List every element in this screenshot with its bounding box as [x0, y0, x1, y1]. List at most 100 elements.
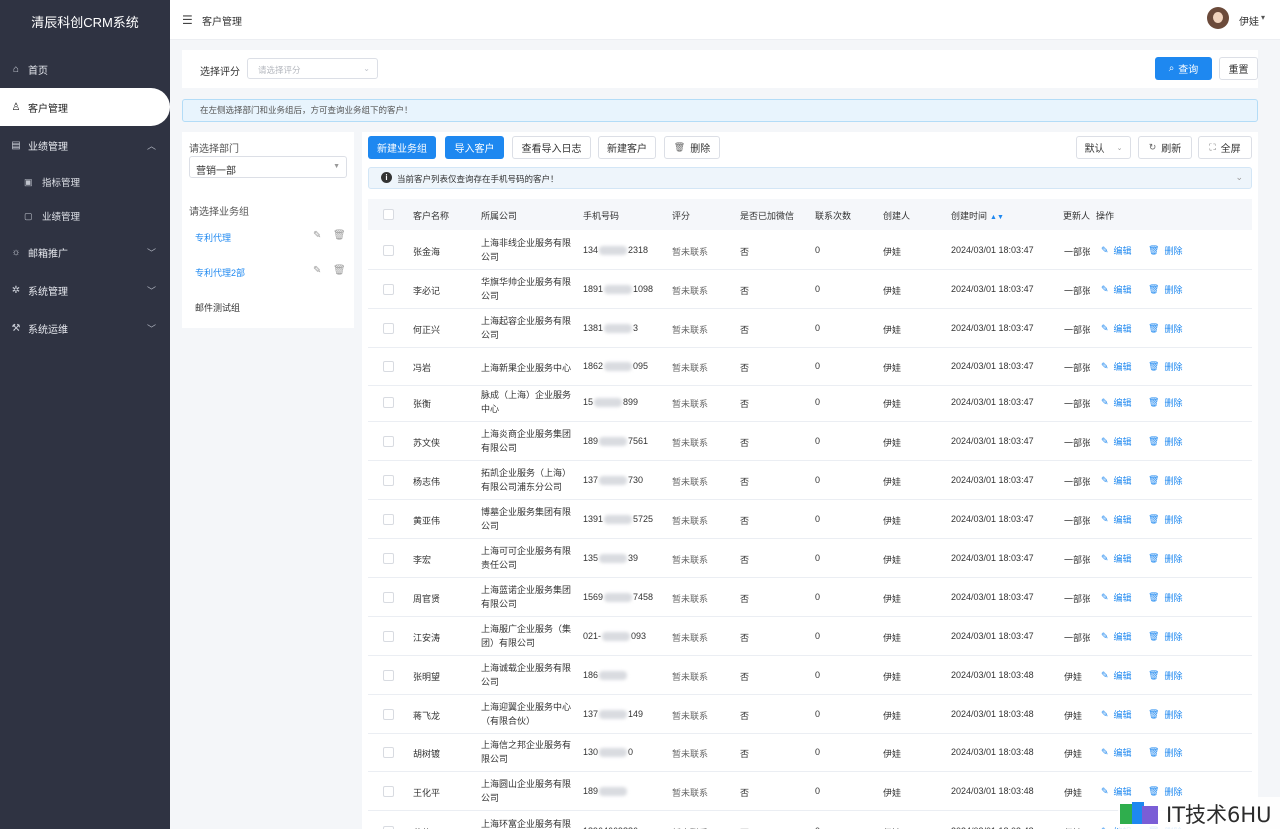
delete-action[interactable]: 🗑︎ 删除: [1148, 435, 1182, 448]
dept-select[interactable]: 营销一部 ▼: [189, 156, 347, 178]
delete-action[interactable]: 🗑︎ 删除: [1148, 322, 1182, 335]
edit-action[interactable]: ✎ 编辑: [1101, 591, 1132, 604]
delete-action[interactable]: 🗑︎ 删除: [1148, 591, 1182, 604]
sort-icon[interactable]: ▲▼: [990, 214, 1004, 221]
row-checkbox[interactable]: [383, 436, 394, 447]
caret-down-icon[interactable]: ▾: [1261, 13, 1265, 22]
group-name[interactable]: 专利代理2部: [195, 266, 245, 279]
sidebar-subitem-targets[interactable]: ▣ 指标管理: [0, 165, 170, 199]
rating-select[interactable]: 请选择评分 ⌄: [247, 58, 378, 79]
row-checkbox[interactable]: [383, 670, 394, 681]
delete-action[interactable]: 🗑︎ 删除: [1148, 360, 1182, 373]
delete-action[interactable]: 🗑︎ 删除: [1148, 630, 1182, 643]
delete-action[interactable]: 🗑︎ 删除: [1148, 746, 1182, 759]
edit-action[interactable]: ✎ 编辑: [1101, 708, 1132, 721]
column-header: 创建人: [883, 211, 911, 221]
avatar[interactable]: [1207, 7, 1229, 29]
row-checkbox[interactable]: [383, 514, 394, 525]
delete-button[interactable]: 🗑︎ 删除: [664, 136, 720, 159]
edit-label: 编辑: [1113, 437, 1132, 447]
edit-action[interactable]: ✎ 编辑: [1101, 630, 1132, 643]
group-item[interactable]: 邮件测试组: [195, 299, 345, 315]
tip-bar: 在左侧选择部门和业务组后，方可查询业务组下的客户！: [182, 99, 1258, 122]
table-header: 客户名称 所属公司 手机号码 评分 是否已加微信 联系次数 创建人 创建时间 ▲▼…: [368, 199, 1252, 230]
import-log-button[interactable]: 查看导入日志: [512, 136, 591, 159]
sidebar-item-system[interactable]: ✲ 系统管理 ﹀: [0, 271, 170, 309]
row-checkbox[interactable]: [383, 323, 394, 334]
edit-action[interactable]: ✎ 编辑: [1101, 746, 1132, 759]
row-checkbox[interactable]: [383, 786, 394, 797]
new-customer-button[interactable]: 新建客户: [598, 136, 656, 159]
fullscreen-button[interactable]: ⛶ 全屏: [1198, 136, 1252, 159]
sidebar-item-home[interactable]: ⌂ 首页: [0, 50, 170, 88]
phone-visible-part: 149: [628, 709, 644, 719]
edit-action[interactable]: ✎ 编辑: [1101, 396, 1132, 409]
rating-placeholder: 请选择评分: [258, 65, 301, 75]
cell-phone: 130 0: [583, 747, 633, 758]
group-item[interactable]: 专利代理2部 ✎ 🗑︎: [195, 264, 346, 280]
cell-phone: 1569 7458: [583, 592, 653, 603]
edit-icon[interactable]: ✎: [313, 230, 321, 241]
sidebar-item-customers[interactable]: ♙ 客户管理: [0, 88, 170, 126]
edit-icon[interactable]: ✎: [313, 265, 321, 276]
edit-action[interactable]: ✎ 编辑: [1101, 474, 1132, 487]
delete-action[interactable]: 🗑︎ 删除: [1148, 283, 1182, 296]
row-checkbox[interactable]: [383, 747, 394, 758]
edit-action[interactable]: ✎ 编辑: [1101, 552, 1132, 565]
column-header-sortable[interactable]: 创建时间 ▲▼: [951, 209, 1004, 222]
delete-action[interactable]: 🗑︎ 删除: [1148, 513, 1182, 526]
row-checkbox[interactable]: [383, 709, 394, 720]
phone-visible-part: 095: [633, 361, 649, 371]
trash-icon[interactable]: 🗑︎: [333, 230, 346, 241]
row-checkbox[interactable]: [383, 397, 394, 408]
delete-action[interactable]: 🗑︎ 删除: [1148, 474, 1182, 487]
delete-action[interactable]: 🗑︎ 删除: [1148, 396, 1182, 409]
edit-action[interactable]: ✎ 编辑: [1101, 513, 1132, 526]
delete-action[interactable]: 🗑︎ 删除: [1148, 244, 1182, 257]
edit-action[interactable]: ✎ 编辑: [1101, 244, 1132, 257]
table-row: 杨志伟 拓凯企业服务（上海）有限公司浦东分公司 137 730 暂未联系 否 0 伊娃 2024…: [368, 461, 1252, 500]
sidebar-item-label: 系统管理: [28, 286, 68, 298]
edit-action[interactable]: ✎ 编辑: [1101, 360, 1132, 373]
row-checkbox[interactable]: [383, 475, 394, 486]
redacted-mark: [594, 398, 623, 408]
edit-action[interactable]: ✎ 编辑: [1101, 435, 1132, 448]
group-item[interactable]: 专利代理 ✎ 🗑︎: [195, 229, 346, 245]
refresh-button[interactable]: ↻ 刷新: [1138, 136, 1192, 159]
chevron-down-icon[interactable]: ⌄: [1235, 172, 1243, 183]
sidebar-item-ops[interactable]: ⚒ 系统运维 ﹀: [0, 309, 170, 347]
cell-created: 2024/03/01 18:03:47: [951, 553, 1034, 563]
cell-name: 江安涛: [413, 633, 441, 643]
density-select[interactable]: 默认 ⌄: [1076, 136, 1131, 159]
new-group-button[interactable]: 新建业务组: [368, 136, 436, 159]
sidebar-item-email[interactable]: ☼ 邮箱推广 ﹀: [0, 233, 170, 271]
row-checkbox[interactable]: [383, 631, 394, 642]
delete-action[interactable]: 🗑︎ 删除: [1148, 669, 1182, 682]
group-name[interactable]: 邮件测试组: [195, 301, 240, 314]
menu-toggle-icon[interactable]: ☰: [182, 13, 193, 27]
delete-action[interactable]: 🗑︎ 删除: [1148, 552, 1182, 565]
user-name[interactable]: 伊娃: [1239, 13, 1259, 28]
reset-button[interactable]: 重置: [1219, 57, 1258, 80]
cell-updater: 一部张: [1064, 399, 1090, 409]
group-name[interactable]: 专利代理: [195, 231, 231, 244]
cell-company: 上海诚载企业服务有限公司: [481, 663, 572, 687]
sidebar-subitem-performance[interactable]: ▢ 业绩管理: [0, 199, 170, 233]
trash-icon: 🗑︎: [1148, 592, 1160, 602]
query-button[interactable]: ⌕ 查询: [1155, 57, 1212, 80]
row-checkbox[interactable]: [383, 592, 394, 603]
row-checkbox[interactable]: [383, 361, 394, 372]
edit-action[interactable]: ✎ 编辑: [1101, 283, 1132, 296]
select-all-checkbox[interactable]: [383, 209, 394, 220]
edit-action[interactable]: ✎ 编辑: [1101, 669, 1132, 682]
import-customer-button[interactable]: 导入客户: [445, 136, 504, 159]
trash-icon[interactable]: 🗑︎: [333, 265, 346, 276]
row-checkbox[interactable]: [383, 284, 394, 295]
edit-action[interactable]: ✎ 编辑: [1101, 322, 1132, 335]
row-checkbox[interactable]: [383, 245, 394, 256]
delete-action[interactable]: 🗑︎ 删除: [1148, 708, 1182, 721]
row-checkbox[interactable]: [383, 553, 394, 564]
sidebar-item-performance[interactable]: ▤ 业绩管理 ︿: [0, 126, 170, 164]
cell-company: 华旗华帅企业服务有限公司: [481, 277, 572, 301]
edit-icon: ✎: [1101, 323, 1109, 333]
